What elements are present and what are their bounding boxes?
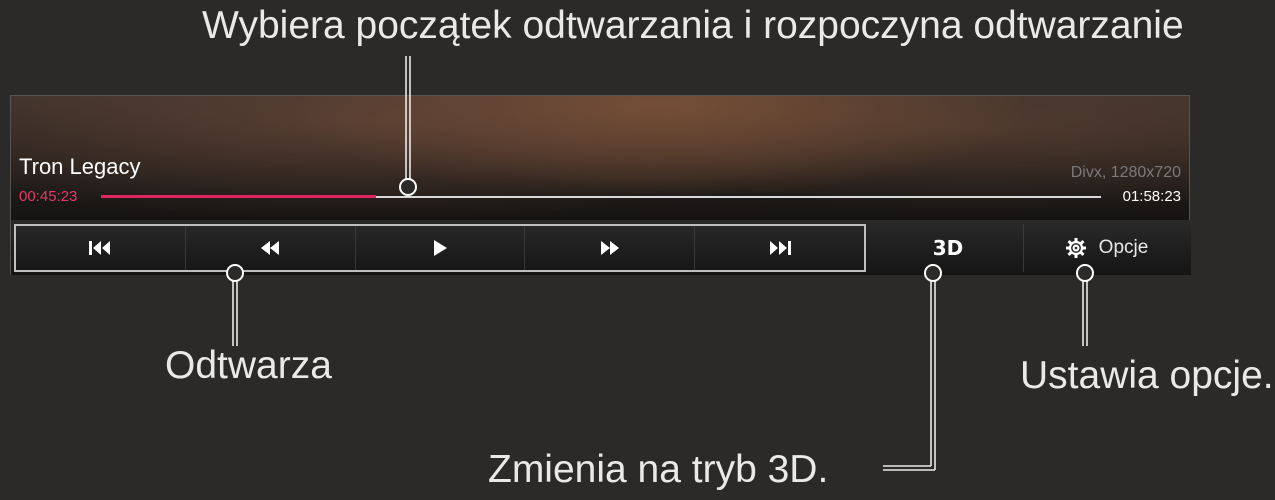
skip-next-button[interactable] bbox=[695, 226, 864, 270]
playback-callout: Odtwarza bbox=[165, 344, 332, 387]
file-info: Divx, 1280x720 bbox=[1070, 164, 1181, 181]
options-button[interactable]: Opcje bbox=[1024, 224, 1189, 272]
seek-bar-progress bbox=[101, 195, 376, 198]
skip-previous-icon bbox=[89, 241, 111, 255]
play-icon bbox=[433, 240, 447, 256]
fast-forward-button[interactable] bbox=[525, 226, 696, 270]
options-label: Opcje bbox=[1098, 237, 1149, 258]
gear-icon bbox=[1065, 238, 1086, 258]
playback-controls bbox=[14, 224, 866, 272]
3d-mode-button[interactable]: 3D bbox=[873, 224, 1024, 272]
video-player: Tron Legacy Divx, 1280x720 00:45:23 01:5… bbox=[10, 95, 1191, 275]
control-bar: 3D Opcje bbox=[11, 220, 1191, 275]
3d-mode-callout: Zmienia na tryb 3D. bbox=[488, 448, 829, 491]
seek-callout: Wybiera początek odtwarzania i rozpoczyn… bbox=[202, 4, 1184, 47]
fast-forward-icon bbox=[600, 241, 619, 255]
skip-next-icon bbox=[769, 241, 791, 255]
play-button[interactable] bbox=[356, 226, 526, 270]
video-title: Tron Legacy bbox=[19, 154, 141, 179]
rewind-icon bbox=[261, 241, 280, 255]
total-time: 01:58:23 bbox=[1122, 188, 1181, 205]
options-callout: Ustawia opcje. bbox=[1020, 354, 1274, 397]
elapsed-time: 00:45:23 bbox=[19, 188, 78, 205]
skip-previous-button[interactable] bbox=[16, 226, 186, 270]
seek-bar[interactable] bbox=[101, 195, 1101, 198]
rewind-button[interactable] bbox=[186, 226, 356, 270]
